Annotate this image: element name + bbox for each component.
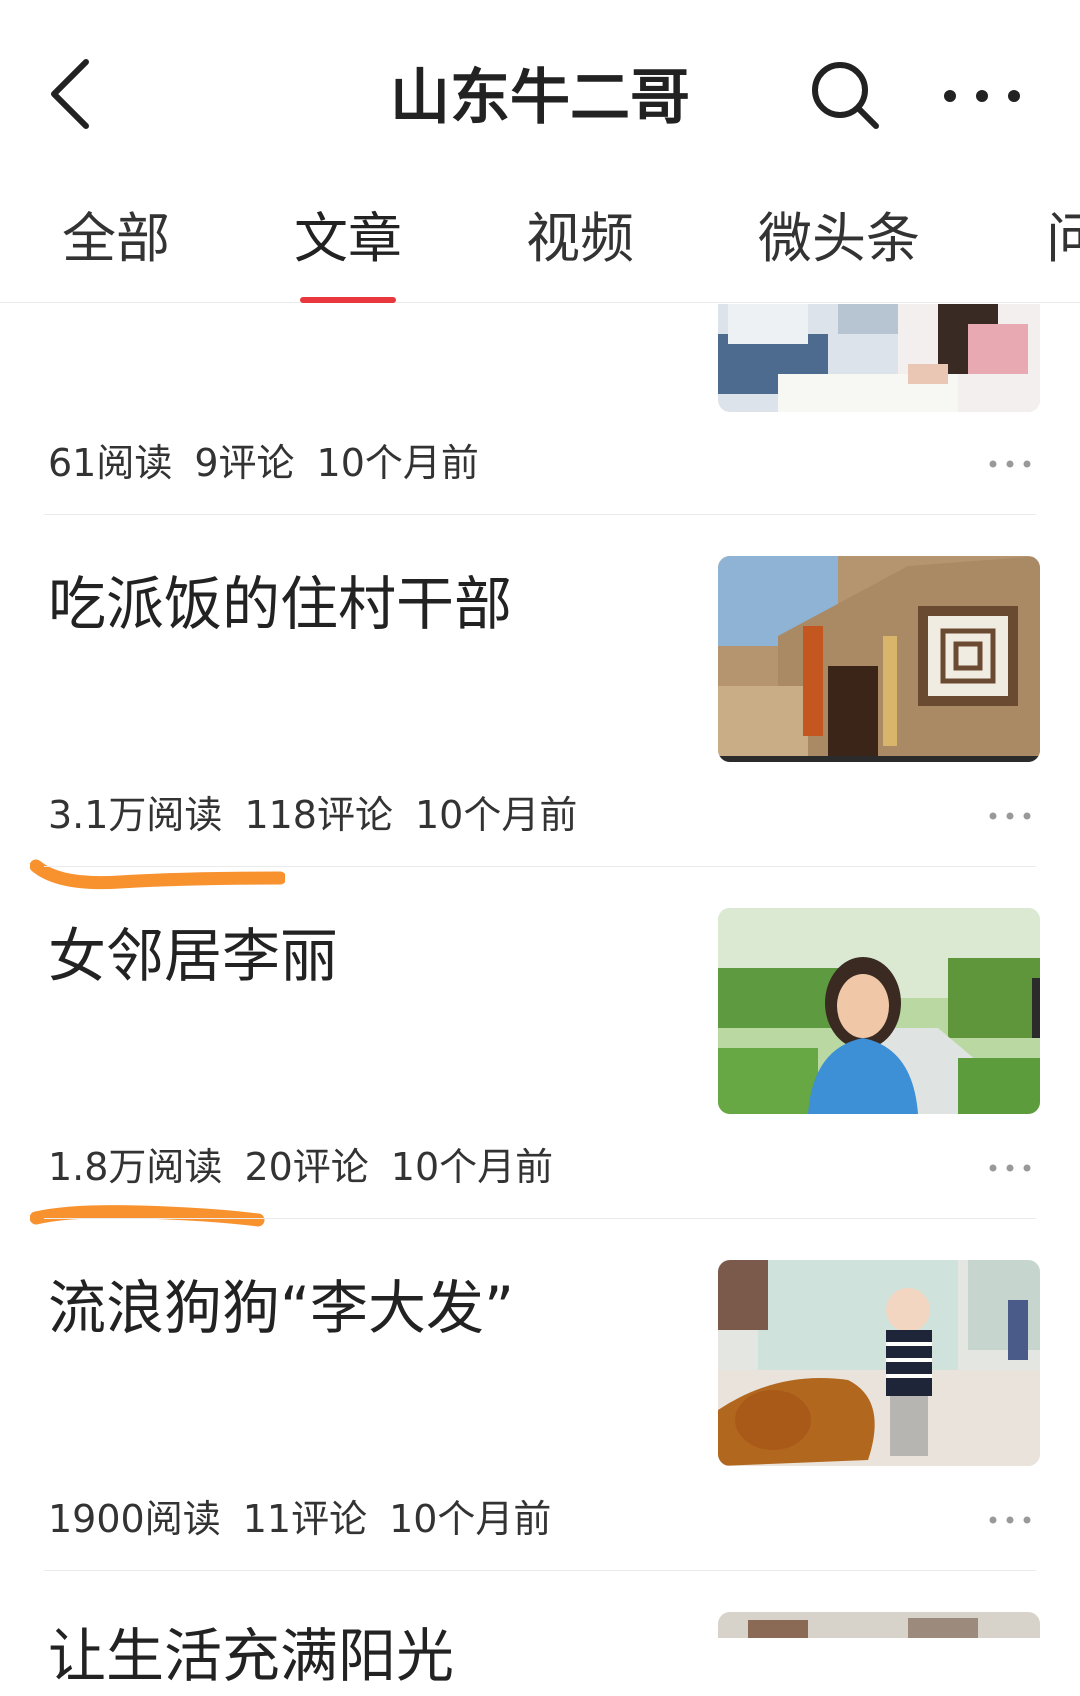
highlight-underline <box>30 859 285 890</box>
article-meta: 1900阅读 11评论 10个月前 <box>48 1494 573 1544</box>
read-count: 61阅读 <box>48 441 173 485</box>
article-thumbnail[interactable] <box>718 556 1040 762</box>
divider <box>44 514 1036 515</box>
ellipsis-icon <box>989 1164 1031 1172</box>
read-count: 1900阅读 <box>48 1497 221 1541</box>
classroom-students-photo <box>718 304 1040 412</box>
ellipsis-icon <box>989 1516 1031 1524</box>
comment-count: 9评论 <box>194 441 295 485</box>
article-title[interactable]: 让生活充满阳光 <box>48 1616 454 1696</box>
article-thumbnail[interactable] <box>718 908 1040 1114</box>
comment-count: 11评论 <box>242 1497 368 1541</box>
comment-count: 118评论 <box>244 793 393 837</box>
read-count: 3.1万阅读 <box>48 793 223 837</box>
read-count: 1.8万阅读 <box>48 1145 223 1189</box>
article-meta: 61阅读 9评论 10个月前 <box>48 438 501 488</box>
article-thumbnail[interactable] <box>718 304 1040 412</box>
divider <box>44 1570 1036 1571</box>
baby-with-dog-photo <box>718 1260 1040 1466</box>
publish-time: 10个月前 <box>390 1145 554 1189</box>
article-meta: 1.8万阅读 20评论 10个月前 <box>48 1142 575 1192</box>
page-title: 山东牛二哥 <box>390 63 690 133</box>
woman-in-park-photo <box>718 908 1040 1114</box>
tab-qa[interactable]: 问 <box>1046 196 1080 302</box>
article-more-button[interactable] <box>985 449 1035 479</box>
divider <box>44 866 1036 867</box>
article-title[interactable]: 流浪狗狗“李大发” <box>48 1268 514 1348</box>
more-icon <box>944 90 1020 102</box>
article-more-button[interactable] <box>985 1505 1035 1535</box>
article-title[interactable]: 吃派饭的住村干部 <box>48 564 512 644</box>
article-title[interactable]: 女邻居李丽 <box>48 916 338 996</box>
tab-bar: 全部 文章 视频 微头条 问 <box>0 196 1080 303</box>
active-tab-indicator <box>300 297 396 303</box>
article-meta: 3.1万阅读 118评论 10个月前 <box>48 790 599 840</box>
cave-dwelling-photo <box>718 556 1040 762</box>
tab-videos[interactable]: 视频 <box>526 196 634 302</box>
tab-articles[interactable]: 文章 <box>294 196 402 302</box>
publish-time: 10个月前 <box>389 1497 552 1541</box>
top-bar: 山东牛二哥 <box>0 0 1080 196</box>
search-button[interactable] <box>808 58 884 134</box>
article-more-button[interactable] <box>985 1153 1035 1183</box>
article-more-button[interactable] <box>985 801 1035 831</box>
tab-all[interactable]: 全部 <box>62 196 170 302</box>
article-thumbnail[interactable] <box>718 1260 1040 1466</box>
tab-micro-posts[interactable]: 微头条 <box>758 196 920 302</box>
article-thumbnail[interactable] <box>718 1612 1040 1638</box>
people-photo <box>718 1612 1040 1638</box>
publish-time: 10个月前 <box>316 441 479 485</box>
publish-time: 10个月前 <box>414 793 578 837</box>
divider <box>44 1218 1036 1219</box>
ellipsis-icon <box>989 460 1031 468</box>
more-button[interactable] <box>940 72 1024 120</box>
comment-count: 20评论 <box>244 1145 369 1189</box>
search-icon <box>812 62 879 129</box>
ellipsis-icon <box>989 812 1031 820</box>
